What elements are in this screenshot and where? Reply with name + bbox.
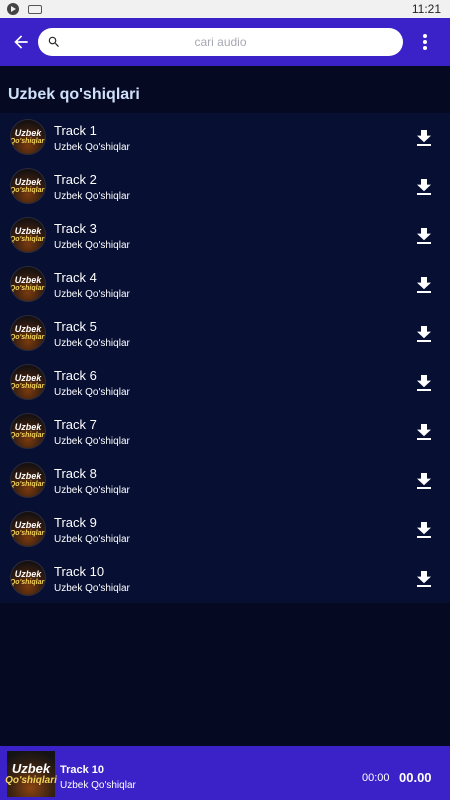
- track-artist: Uzbek Qo'shiqlar: [54, 240, 130, 251]
- artwork-line2: Qo'shiqlari: [10, 529, 46, 537]
- artwork-line1: Uzbek: [14, 176, 42, 187]
- more-vert-icon[interactable]: [419, 32, 431, 52]
- track-artist: Uzbek Qo'shiqlar: [54, 583, 130, 594]
- download-icon[interactable]: [417, 571, 431, 587]
- track-row[interactable]: Uzbek Qo'shiqlari Track 2 Uzbek Qo'shiqlar: [0, 162, 450, 211]
- player-elapsed-time: 00:00: [362, 772, 390, 784]
- track-row[interactable]: Uzbek Qo'shiqlari Track 4 Uzbek Qo'shiqlar: [0, 260, 450, 309]
- search-icon: [47, 35, 61, 49]
- mini-player[interactable]: Uzbek Qo'shiqlari Track 10 Uzbek Qo'shiq…: [0, 746, 450, 800]
- track-row[interactable]: Uzbek Qo'shiqlari Track 1 Uzbek Qo'shiqlar: [0, 113, 450, 162]
- track-artist: Uzbek Qo'shiqlar: [54, 436, 130, 447]
- download-icon[interactable]: [417, 277, 431, 293]
- artwork-line2: Qo'shiqlari: [5, 775, 57, 786]
- track-artwork: Uzbek Qo'shiqlari: [10, 315, 46, 351]
- artwork-line1: Uzbek: [14, 568, 42, 579]
- download-icon[interactable]: [417, 179, 431, 195]
- track-title: Track 5: [54, 319, 97, 334]
- artwork-line1: Uzbek: [14, 127, 42, 138]
- status-time: 11:21: [411, 2, 441, 16]
- status-icons: [7, 3, 42, 15]
- download-icon[interactable]: [417, 424, 431, 440]
- arrow-back-icon[interactable]: [11, 32, 31, 52]
- player-artwork: Uzbek Qo'shiqlari: [5, 751, 57, 797]
- track-title: Track 10: [54, 564, 105, 579]
- track-artwork: Uzbek Qo'shiqlari: [10, 217, 46, 253]
- track-artist: Uzbek Qo'shiqlar: [54, 387, 130, 398]
- download-icon[interactable]: [417, 375, 431, 391]
- artwork-line2: Qo'shiqlari: [10, 578, 46, 586]
- track-artist: Uzbek Qo'shiqlar: [54, 142, 130, 153]
- player-artist: Uzbek Qo'shiqlar: [60, 780, 136, 791]
- track-artist: Uzbek Qo'shiqlar: [54, 485, 130, 496]
- download-icon[interactable]: [417, 326, 431, 342]
- download-icon[interactable]: [417, 228, 431, 244]
- track-row[interactable]: Uzbek Qo'shiqlari Track 5 Uzbek Qo'shiqlar: [0, 309, 450, 358]
- artwork-line2: Qo'shiqlari: [10, 137, 46, 145]
- track-row[interactable]: Uzbek Qo'shiqlari Track 10 Uzbek Qo'shiqlar: [0, 554, 450, 603]
- artwork-line1: Uzbek: [14, 225, 42, 236]
- artwork-line1: Uzbek: [14, 470, 42, 481]
- track-artist: Uzbek Qo'shiqlar: [54, 191, 130, 202]
- download-icon[interactable]: [417, 130, 431, 146]
- player-title: Track 10: [60, 764, 105, 776]
- track-row[interactable]: Uzbek Qo'shiqlari Track 8 Uzbek Qo'shiqlar: [0, 456, 450, 505]
- download-icon[interactable]: [417, 473, 431, 489]
- track-artwork: Uzbek Qo'shiqlari: [10, 413, 46, 449]
- track-artist: Uzbek Qo'shiqlar: [54, 534, 130, 545]
- artwork-line1: Uzbek: [14, 421, 42, 432]
- track-artwork: Uzbek Qo'shiqlari: [10, 462, 46, 498]
- status-bar: 11:21: [0, 0, 450, 18]
- track-title: Track 4: [54, 270, 97, 285]
- track-artwork: Uzbek Qo'shiqlari: [10, 560, 46, 596]
- track-artwork: Uzbek Qo'shiqlari: [10, 119, 46, 155]
- track-row[interactable]: Uzbek Qo'shiqlari Track 9 Uzbek Qo'shiqlar: [0, 505, 450, 554]
- track-title: Track 3: [54, 221, 97, 236]
- artwork-line1: Uzbek: [14, 519, 42, 530]
- search-input[interactable]: [38, 28, 403, 56]
- track-artwork: Uzbek Qo'shiqlari: [10, 511, 46, 547]
- artwork-line1: Uzbek: [14, 274, 42, 285]
- media-play-icon: [7, 3, 19, 15]
- search-bar[interactable]: [38, 28, 403, 56]
- player-duration: 00.00: [399, 770, 432, 785]
- artwork-line2: Qo'shiqlari: [10, 186, 46, 194]
- track-artwork: Uzbek Qo'shiqlari: [10, 266, 46, 302]
- artwork-line2: Qo'shiqlari: [10, 333, 46, 341]
- track-artist: Uzbek Qo'shiqlar: [54, 338, 130, 349]
- section-title: Uzbek qo'shiqlari: [8, 86, 140, 103]
- track-title: Track 8: [54, 466, 97, 481]
- track-title: Track 7: [54, 417, 97, 432]
- artwork-line2: Qo'shiqlari: [10, 382, 46, 390]
- artwork-line2: Qo'shiqlari: [10, 284, 46, 292]
- track-artwork: Uzbek Qo'shiqlari: [10, 168, 46, 204]
- track-row[interactable]: Uzbek Qo'shiqlari Track 7 Uzbek Qo'shiqlar: [0, 407, 450, 456]
- track-row[interactable]: Uzbek Qo'shiqlari Track 3 Uzbek Qo'shiqlar: [0, 211, 450, 260]
- track-title: Track 1: [54, 123, 97, 138]
- artwork-line2: Qo'shiqlari: [10, 235, 46, 243]
- track-row[interactable]: Uzbek Qo'shiqlari Track 6 Uzbek Qo'shiqlar: [0, 358, 450, 407]
- track-title: Track 6: [54, 368, 97, 383]
- app-bar: [0, 18, 450, 66]
- artwork-line1: Uzbek: [14, 372, 42, 383]
- artwork-line2: Qo'shiqlari: [10, 480, 46, 488]
- track-artist: Uzbek Qo'shiqlar: [54, 289, 130, 300]
- track-artwork: Uzbek Qo'shiqlari: [10, 364, 46, 400]
- download-icon[interactable]: [417, 522, 431, 538]
- artwork-line2: Qo'shiqlari: [10, 431, 46, 439]
- keyboard-icon: [28, 4, 42, 14]
- track-title: Track 9: [54, 515, 97, 530]
- artwork-line1: Uzbek: [14, 323, 42, 334]
- track-list: Uzbek Qo'shiqlari Track 1 Uzbek Qo'shiqlar U…: [0, 113, 450, 603]
- track-title: Track 2: [54, 172, 97, 187]
- artwork-line1: Uzbek: [11, 761, 51, 776]
